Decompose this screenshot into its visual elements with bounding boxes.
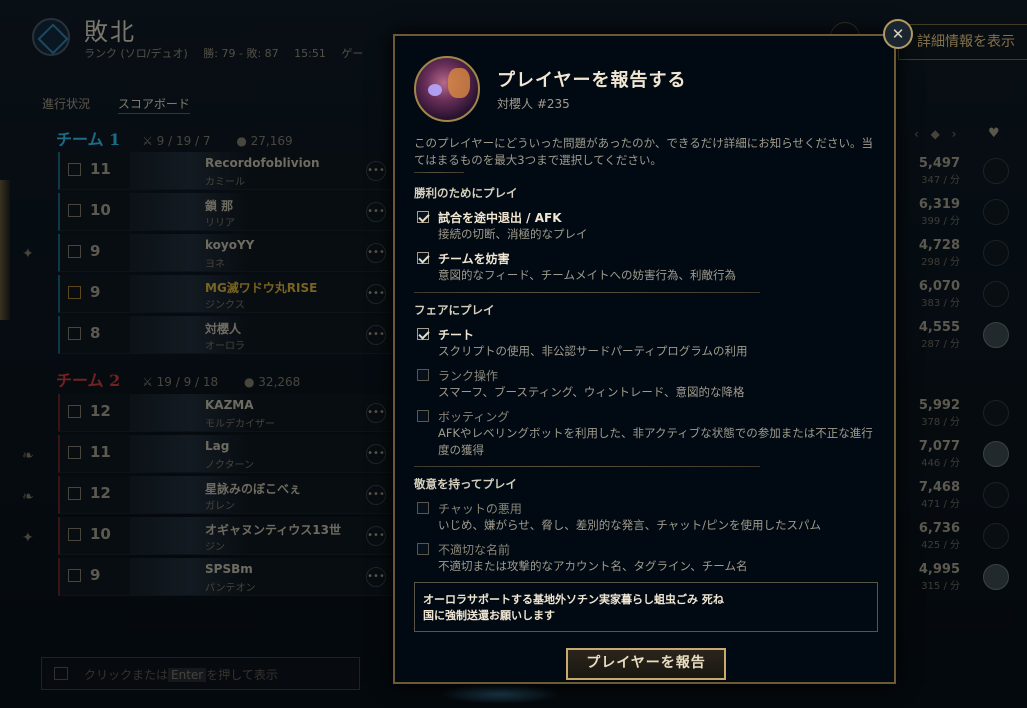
option-description: 接続の切断、消極的なプレイ [438,227,588,241]
divider [414,292,760,293]
divider [414,466,760,467]
option-description: いじめ、嫌がらせ、脅し、差別的な発言、チャット/ピンを使用したスパム [438,518,822,532]
modal-title: プレイヤーを報告する [497,70,687,91]
checkbox-checked[interactable] [417,211,429,223]
option-description: 意図的なフィード、チームメイトへの妨害行為、利敵行為 [438,268,736,282]
option-label: 試合を途中退出 / AFK [438,211,562,225]
option-description: 不適切または攻撃的なアカウント名、タグライン、チーム名 [438,559,748,573]
option-description: AFKやレベリングボットを利用した、非アクティブな状態での参加または不正な進行度… [438,426,873,457]
reported-player-id: 対櫻人 #235 [497,97,570,111]
option-label: ランク操作 [438,369,499,383]
section-title: 敬意を持ってプレイ [414,477,517,491]
option-label: ボッティング [438,410,510,424]
report-player-modal: プレイヤーを報告する 対櫻人 #235 このプレイヤーにどういった問題があったの… [393,34,896,684]
section-title: フェアにプレイ [414,303,495,317]
bottom-glow [440,684,560,704]
option-description: スマーフ、ブースティング、ウィントレード、意図的な降格 [438,385,745,399]
modal-description: このプレイヤーにどういった問題があったのか、できるだけ詳細にお知らせください。当… [414,136,873,167]
close-button[interactable]: ✕ [883,19,913,49]
checkbox[interactable] [417,369,429,381]
divider [414,172,464,173]
checkbox-checked[interactable] [417,328,429,340]
player-avatar [414,56,480,122]
option-description: スクリプトの使用、非公認サードパーティプログラムの利用 [438,344,748,358]
section-title: 勝利のためにプレイ [414,186,518,200]
report-player-button[interactable]: プレイヤーを報告 [566,648,726,680]
option-label: チャットの悪用 [438,502,522,516]
checkbox[interactable] [417,502,429,514]
checkbox[interactable] [417,410,429,422]
comment-textarea[interactable]: オーロラサポートする基地外ソチン実家暮らし蛆虫ごみ 死ね 国に強制送還お願いしま… [414,582,878,632]
option-label: 不適切な名前 [438,543,511,557]
checkbox[interactable] [417,543,429,555]
option-label: チート [438,328,475,342]
checkbox-checked[interactable] [417,252,429,264]
option-label: チームを妨害 [438,252,510,266]
